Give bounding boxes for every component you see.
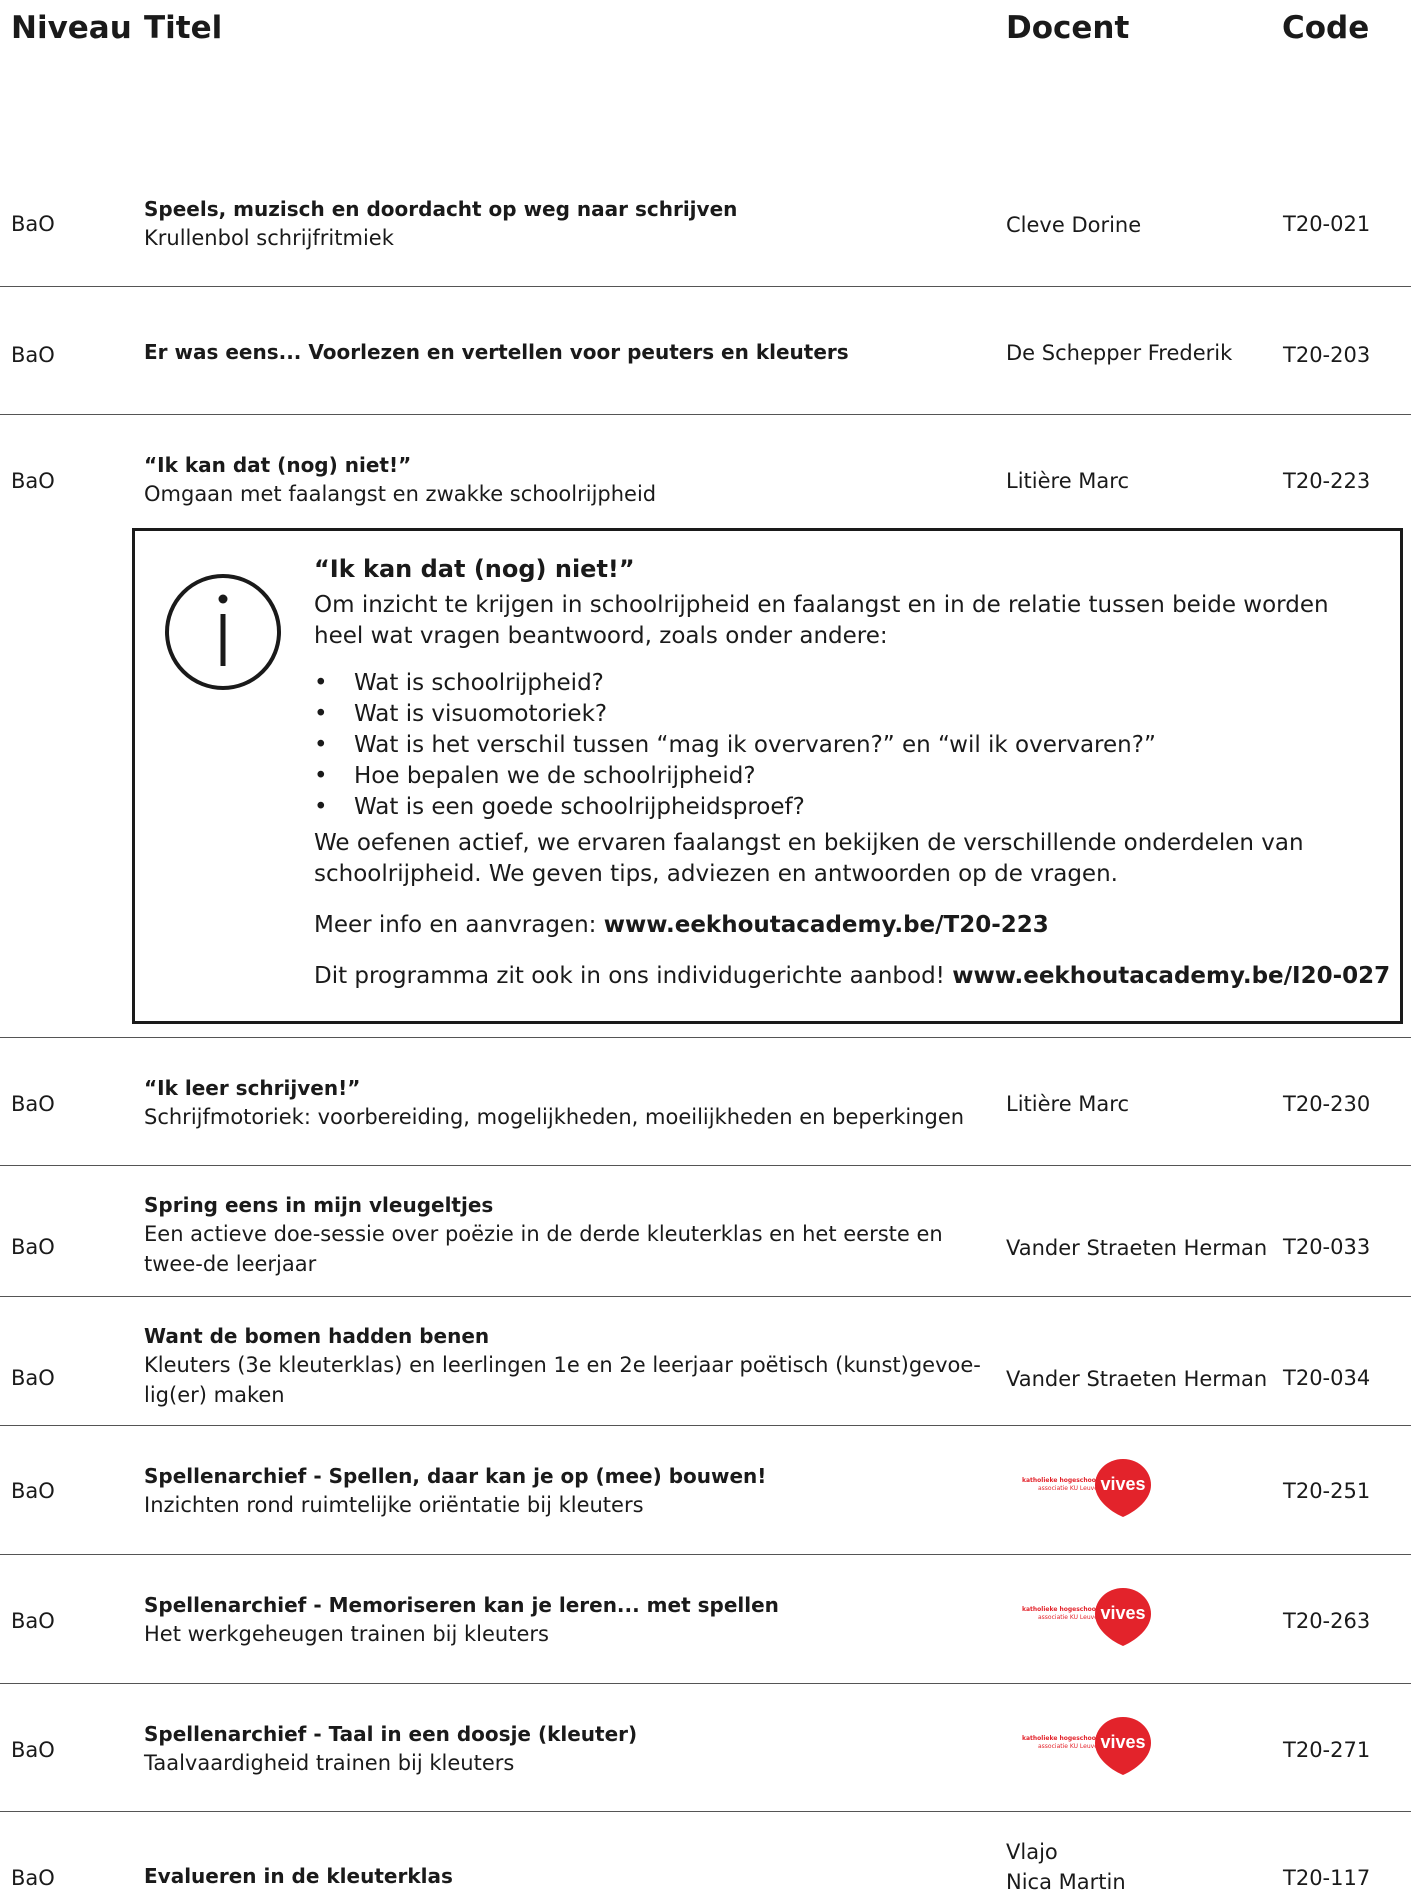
row-subtitle: Schrijfmotoriek: voorbereiding, mogelijk… [144,1105,965,1129]
row-title: Spellenarchief - Taal in een doosje (kle… [144,1722,638,1746]
row-niveau: BaO [11,469,55,493]
vives-pin-icon: vives [1095,1459,1151,1517]
row-divider [0,1037,1411,1038]
row-niveau: BaO [11,1235,55,1259]
info-outro-line: We oefenen actief, we ervaren faalangst … [314,830,1304,856]
header-titel: Titel [144,10,223,46]
info-more: Meer info en aanvragen: www.eekhoutacade… [314,910,1364,941]
info-program: Dit programma zit ook in ons individuger… [314,961,1394,992]
row-title: “Ik kan dat (nog) niet!” [144,453,412,477]
info-intro-line: Om inzicht te krijgen in schoolrijpheid … [314,592,1329,618]
logo-caption: katholieke hogeschool [1022,1606,1098,1613]
row-title: Evalueren in de kleuterklas [144,1864,453,1888]
row-niveau: BaO [11,1366,55,1390]
row-niveau: BaO [11,343,55,367]
list-item: Wat is een goede schoolrijpheidsproef? [314,792,1156,823]
logo-word: vives [1100,1603,1145,1623]
row-code: T20-033 [1283,1235,1371,1259]
program-label: Dit programma zit ook in ons individuger… [314,963,953,989]
row-docent: Litière Marc [1006,469,1129,493]
logo-word: vives [1100,1474,1145,1494]
row-niveau: BaO [11,1609,55,1633]
row-docent: Vander Straeten Herman [1006,1236,1268,1260]
row-subtitle: Het werkgeheugen trainen bij kleuters [144,1622,549,1646]
more-info-link[interactable]: www.eekhoutacademy.be/T20-223 [604,912,1049,938]
row-subtitle: Omgaan met faalangst en zwakke schoolrij… [144,482,657,506]
list-item: Wat is schoolrijpheid? [314,668,1156,699]
vives-pin-icon: vives [1095,1717,1151,1775]
row-title: “Ik leer schrijven!” [144,1076,361,1100]
row-code: T20-230 [1283,1092,1371,1116]
header-niveau: Niveau [11,10,132,46]
row-docent-secondary: Nica Martin [1006,1870,1126,1894]
info-intro-line: heel wat vragen beantwoord, zoals onder … [314,623,888,649]
row-niveau: BaO [11,1866,55,1890]
row-divider [0,1425,1411,1426]
row-niveau: BaO [11,1738,55,1762]
row-code: T20-263 [1283,1609,1371,1633]
row-docent: Cleve Dorine [1006,213,1142,237]
row-code: T20-223 [1283,469,1371,493]
row-code: T20-251 [1283,1479,1371,1503]
info-outro-line: schoolrijpheid. We geven tips, adviezen … [314,861,1118,887]
logo-caption: katholieke hogeschool [1022,1477,1098,1484]
info-title: “Ik kan dat (nog) niet!” [314,555,635,583]
row-niveau: BaO [11,212,55,236]
row-subtitle: Krullenbol schrijfritmiek [144,226,394,250]
row-niveau: BaO [11,1479,55,1503]
program-link[interactable]: www.eekhoutacademy.be/I20-027 [952,963,1390,989]
row-title: Speels, muzisch en doordacht op weg naar… [144,197,738,221]
row-title: Spring eens in mijn vleugeltjes [144,1193,494,1217]
row-divider [0,1811,1411,1812]
row-divider [0,1296,1411,1297]
row-subtitle: Inzichten rond ruimtelijke oriëntatie bi… [144,1493,644,1517]
list-item: Wat is visuomotoriek? [314,699,1156,730]
row-subtitle: Taalvaardigheid trainen bij kleuters [144,1751,515,1775]
row-code: T20-034 [1283,1366,1371,1390]
row-docent: Vlajo [1006,1840,1058,1864]
row-divider [0,1165,1411,1166]
list-item: Hoe bepalen we de schoolrijpheid? [314,761,1156,792]
more-info-label: Meer info en aanvragen: [314,912,604,938]
row-docent: De Schepper Frederik [1006,341,1233,365]
vives-logo: katholieke hogeschool associatie KU Leuv… [1020,1457,1155,1519]
row-title: Spellenarchief - Memoriseren kan je lere… [144,1593,779,1617]
row-subtitle: Een actieve doe-sessie over poëzie in de… [144,1222,943,1276]
row-docent: Litière Marc [1006,1092,1129,1116]
vives-pin-icon: vives [1095,1588,1151,1646]
info-outro: We oefenen actief, we ervaren faalangst … [314,828,1364,890]
row-divider [0,1554,1411,1555]
vives-logo: katholieke hogeschool associatie KU Leuv… [1020,1715,1155,1777]
row-subtitle: Kleuters (3e kleuterklas) en leerlingen … [144,1353,981,1407]
row-title: Spellenarchief - Spellen, daar kan je op… [144,1464,767,1488]
row-divider [0,1683,1411,1684]
header-docent: Docent [1006,10,1130,46]
info-intro: Om inzicht te krijgen in schoolrijpheid … [314,590,1364,652]
logo-caption: katholieke hogeschool [1022,1735,1098,1742]
row-niveau: BaO [11,1092,55,1116]
row-docent: Vander Straeten Herman [1006,1367,1268,1391]
row-code: T20-203 [1283,343,1371,367]
row-title: Want de bomen hadden benen [144,1324,490,1348]
vives-logo: katholieke hogeschool associatie KU Leuv… [1020,1586,1155,1648]
header-code: Code [1282,10,1370,46]
row-divider [0,286,1411,287]
row-code: T20-271 [1283,1738,1371,1762]
row-divider [0,414,1411,415]
row-title: Er was eens... Voorlezen en vertellen vo… [144,340,849,364]
info-question-list: Wat is schoolrijpheid? Wat is visuomotor… [314,668,1156,823]
row-code: T20-021 [1283,212,1371,236]
info-icon [165,574,281,690]
list-item: Wat is het verschil tussen “mag ik overv… [314,730,1156,761]
row-code: T20-117 [1283,1866,1371,1890]
logo-word: vives [1100,1732,1145,1752]
